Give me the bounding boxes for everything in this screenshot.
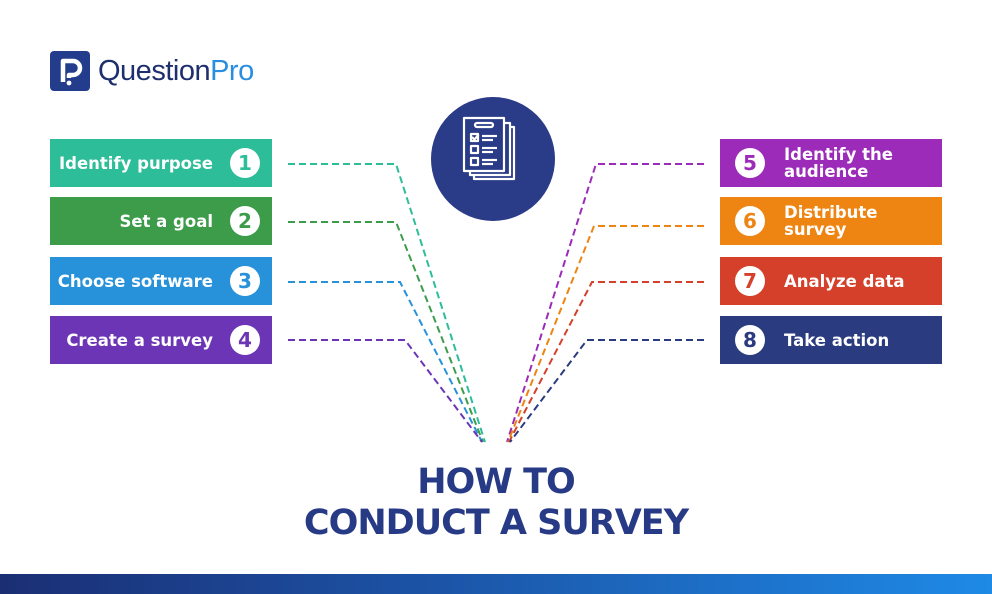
step-6: 6 Distribute survey [720,197,942,245]
survey-checklist-icon [431,97,555,221]
step-label: Set a goal [119,211,213,231]
title-line-1: HOW TO [417,462,575,502]
step-number-badge: 6 [735,206,765,236]
connector-line-6 [507,225,704,443]
step-number-badge: 8 [735,325,765,355]
step-label: Distribute survey [784,203,878,239]
step-label: Identify purpose [59,153,213,173]
step-label: Create a survey [66,330,213,350]
connector-line-7 [508,281,704,443]
step-4: Create a survey 4 [50,316,272,364]
connector-line-8 [509,339,704,443]
step-3: Choose software 3 [50,257,272,305]
connector-line-3 [288,281,483,443]
step-label: Choose software [57,271,213,291]
step-2: Set a goal 2 [50,197,272,245]
connector-line-4 [288,339,483,443]
step-number-badge: 5 [735,148,765,178]
step-label: Identify the audience [784,145,893,181]
connector-line-2 [288,221,484,443]
title-line-2: CONDUCT A SURVEY [303,503,689,543]
step-label: Analyze data [784,271,905,291]
bottom-gradient-bar [0,574,992,594]
step-number-badge: 4 [230,325,260,355]
page-title: HOW TO CONDUCT A SURVEY [0,462,992,544]
step-5: 5 Identify the audience [720,139,942,187]
step-label: Take action [784,330,890,350]
step-number-badge: 2 [230,206,260,236]
step-1: Identify purpose 1 [50,139,272,187]
step-8: 8 Take action [720,316,942,364]
step-7: 7 Analyze data [720,257,942,305]
step-number-badge: 7 [735,266,765,296]
step-number-badge: 3 [230,266,260,296]
step-number-badge: 1 [230,148,260,178]
